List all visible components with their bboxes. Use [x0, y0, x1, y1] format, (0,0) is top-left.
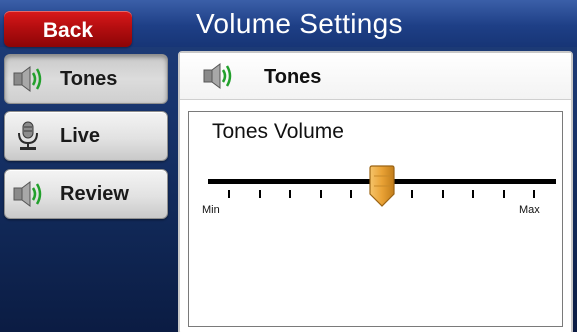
- speaker-icon: [13, 66, 42, 92]
- sidebar-item-live[interactable]: Live: [4, 111, 168, 161]
- slider-tick: [289, 190, 291, 198]
- slider-min-label: Min: [202, 204, 220, 216]
- back-button[interactable]: Back: [4, 11, 132, 47]
- back-button-label: Back: [42, 19, 94, 42]
- speaker-icon: [203, 63, 232, 89]
- slider-tick: [350, 190, 352, 198]
- slider-thumb[interactable]: [368, 164, 395, 208]
- sidebar-item-review[interactable]: Review: [4, 169, 168, 219]
- volume-label: Tones Volume: [212, 120, 344, 143]
- slider-tick: [319, 190, 322, 198]
- volume-control-box: Tones Volume Min Max: [188, 111, 563, 327]
- slider-tick: [441, 190, 444, 198]
- slider-tick: [228, 190, 230, 198]
- slider-tick: [258, 190, 261, 198]
- slider-tick: [472, 190, 474, 198]
- slider-tick: [533, 190, 535, 198]
- sidebar-item-label: Review: [60, 183, 129, 205]
- page-title: Volume Settings: [196, 8, 403, 39]
- slider-tick: [502, 190, 505, 198]
- sidebar-item-tones[interactable]: Tones: [4, 54, 168, 104]
- slider-tick: [411, 190, 413, 198]
- panel-heading: Tones: [264, 66, 322, 88]
- volume-slider[interactable]: [208, 165, 556, 210]
- slider-max-label: Max: [519, 204, 540, 216]
- speaker-icon: [13, 181, 42, 207]
- panel-header: Tones: [180, 53, 571, 100]
- volume-settings-screen: Back Volume Settings Tones Live Review T…: [0, 0, 577, 332]
- title-bar: Back Volume Settings: [0, 0, 577, 47]
- microphone-icon: [18, 121, 38, 150]
- sidebar-item-label: Live: [60, 125, 101, 147]
- settings-panel: Tones Tones Volume Min Max: [178, 51, 573, 332]
- sidebar-item-label: Tones: [60, 68, 118, 90]
